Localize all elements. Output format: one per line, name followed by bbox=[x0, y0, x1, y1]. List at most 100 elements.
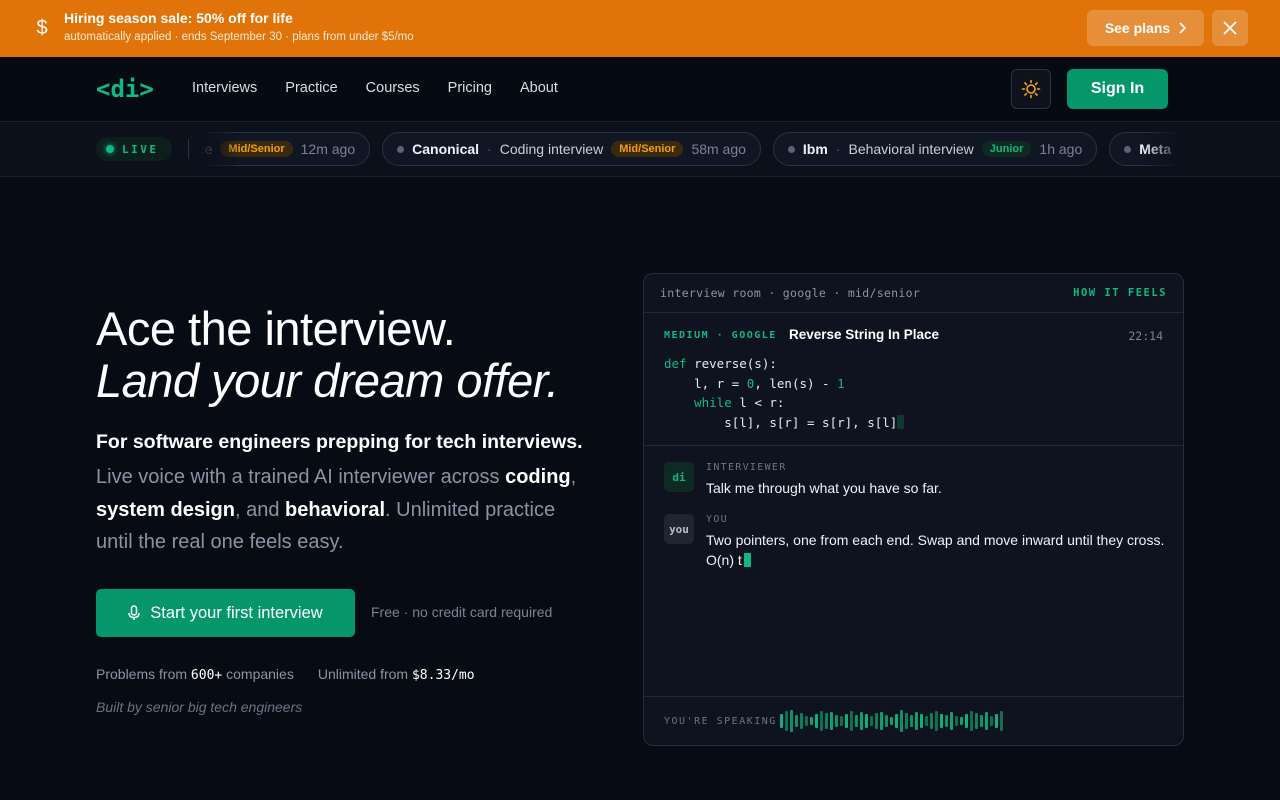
dollar-icon: $ bbox=[36, 17, 48, 39]
promo-title: Hiring season sale: 50% off for life bbox=[64, 10, 293, 26]
waveform-bar bbox=[840, 716, 843, 726]
panel-breadcrumb: interview room · google · mid/senior bbox=[660, 286, 921, 300]
waveform-bar bbox=[845, 714, 848, 728]
waveform-bar bbox=[950, 712, 953, 730]
hero-title-line2: Land your dream offer. bbox=[96, 354, 559, 407]
waveform-bar bbox=[975, 713, 978, 729]
waveform-bar bbox=[885, 715, 888, 727]
waveform-bar bbox=[850, 711, 853, 731]
waveform-bar bbox=[890, 717, 893, 725]
waveform-bar bbox=[905, 713, 908, 729]
ticker-kind: Behavioral interview bbox=[848, 141, 974, 157]
close-promo-button[interactable] bbox=[1212, 10, 1248, 46]
waveform-bar bbox=[895, 714, 898, 728]
live-label: LIVE bbox=[122, 142, 159, 156]
theme-toggle-button[interactable] bbox=[1011, 69, 1051, 109]
interview-room-panel: interview room · google · mid/senior HOW… bbox=[643, 273, 1184, 746]
nav-link-practice[interactable]: Practice bbox=[285, 80, 337, 96]
how-it-feels-label: HOW IT FEELS bbox=[1073, 287, 1167, 299]
waveform-bar bbox=[790, 710, 793, 732]
waveform-bar bbox=[860, 712, 863, 730]
live-dot-icon bbox=[106, 145, 114, 153]
keyword-behavioral: behavioral bbox=[285, 498, 386, 521]
waveform-bar bbox=[960, 717, 963, 725]
ticker-item: Meta bbox=[1109, 132, 1183, 166]
ticker-time: 12m ago bbox=[300, 141, 356, 157]
cta-note: Free · no credit card required bbox=[371, 604, 553, 620]
waveform-bar bbox=[920, 714, 923, 728]
waveform-bar bbox=[815, 714, 818, 728]
top-nav: <di> Interviews Practice Courses Pricing… bbox=[0, 57, 1280, 122]
waveform-bar bbox=[870, 716, 873, 726]
sign-in-button[interactable]: Sign In bbox=[1067, 69, 1168, 109]
ticker-time: 1h ago bbox=[1039, 141, 1083, 157]
chevron-right-icon bbox=[1179, 22, 1187, 34]
hero-stats: Problems from 600+ companies Unlimited f… bbox=[96, 666, 475, 683]
hero-title-line1: Ace the interview. bbox=[96, 302, 456, 355]
waveform-bar bbox=[915, 712, 918, 730]
interviewer-label: INTERVIEWER bbox=[706, 462, 787, 473]
waveform-bar bbox=[855, 715, 858, 727]
nav-link-about[interactable]: About bbox=[520, 80, 558, 96]
see-plans-button[interactable]: See plans bbox=[1087, 10, 1204, 46]
waveform-bar bbox=[945, 715, 948, 727]
waveform-bar bbox=[800, 713, 803, 729]
level-badge: Junior bbox=[981, 141, 1032, 157]
start-interview-button[interactable]: Start your first interview bbox=[96, 589, 355, 637]
waveform-bar bbox=[795, 715, 798, 727]
interviewer-message: di INTERVIEWER Talk me through what you … bbox=[664, 462, 1164, 502]
promo-subtitle: automatically applied · ends September 3… bbox=[64, 31, 414, 43]
user-text: Two pointers, one from each end. Swap an… bbox=[706, 532, 1165, 568]
waveform-bar bbox=[930, 713, 933, 729]
promo-banner: $ Hiring season sale: 50% off for life a… bbox=[0, 0, 1280, 57]
nav-link-courses[interactable]: Courses bbox=[366, 80, 420, 96]
hero-title: Ace the interview. Land your dream offer… bbox=[96, 303, 559, 407]
waveform-bar bbox=[955, 716, 958, 726]
built-by-note: Built by senior big tech engineers bbox=[96, 699, 303, 715]
status-dot-icon bbox=[787, 145, 795, 153]
waveform-bar bbox=[970, 711, 973, 731]
live-ticker: LIVE Amazon · Coding practice Mid/Senior… bbox=[0, 122, 1280, 177]
status-dot-icon bbox=[397, 145, 405, 153]
live-badge: LIVE bbox=[96, 137, 172, 161]
stat-price: Unlimited from $8.33/mo bbox=[317, 666, 475, 683]
question-row: MEDIUM · GOOGLE Reverse String In Place … bbox=[664, 327, 1163, 345]
ticker-kind: Coding practice bbox=[200, 141, 213, 157]
interviewer-text: Talk me through what you have so far. bbox=[706, 480, 942, 496]
waveform-bar bbox=[865, 714, 868, 728]
ticker-kind: Coding interview bbox=[499, 141, 604, 157]
waveform-bar bbox=[995, 714, 998, 728]
waveform-bar bbox=[990, 716, 993, 726]
start-interview-label: Start your first interview bbox=[150, 603, 323, 622]
nav-link-pricing[interactable]: Pricing bbox=[448, 80, 492, 96]
waveform-bar bbox=[805, 716, 808, 726]
waveform-bar bbox=[830, 712, 833, 730]
user-message: you YOU Two pointers, one from each end.… bbox=[664, 514, 1164, 574]
keyword-system-design: system design bbox=[96, 498, 235, 521]
nav-link-interviews[interactable]: Interviews bbox=[192, 80, 257, 96]
logo[interactable]: <di> bbox=[96, 75, 154, 103]
user-text-wrap: Two pointers, one from each end. Swap an… bbox=[706, 531, 1166, 570]
waveform-bar bbox=[875, 713, 878, 729]
waveform-bar bbox=[985, 712, 988, 730]
level-badge: Mid/Senior bbox=[220, 141, 293, 157]
user-avatar: you bbox=[664, 514, 694, 544]
waveform-bar bbox=[835, 715, 838, 727]
interviewer-avatar: di bbox=[664, 462, 694, 492]
ticker-track: Amazon · Coding practice Mid/Senior 12m … bbox=[200, 132, 1183, 168]
waveform-bar bbox=[980, 715, 983, 727]
microphone-icon bbox=[128, 605, 141, 620]
waveform-bar bbox=[825, 713, 828, 729]
waveform-bar bbox=[785, 711, 788, 731]
status-dot-icon bbox=[1124, 145, 1132, 153]
see-plans-label: See plans bbox=[1104, 20, 1171, 36]
waveform-bar bbox=[1000, 711, 1003, 731]
ticker-time: 58m ago bbox=[691, 141, 746, 157]
waveform-bar bbox=[910, 715, 913, 727]
close-icon bbox=[1223, 21, 1237, 35]
ticker-company: Meta bbox=[1139, 141, 1172, 157]
waveform-bar bbox=[820, 711, 823, 731]
voice-waveform bbox=[780, 709, 1003, 733]
hero-body: Live voice with a trained AI interviewer… bbox=[96, 466, 577, 553]
waveform-bar bbox=[940, 714, 943, 728]
